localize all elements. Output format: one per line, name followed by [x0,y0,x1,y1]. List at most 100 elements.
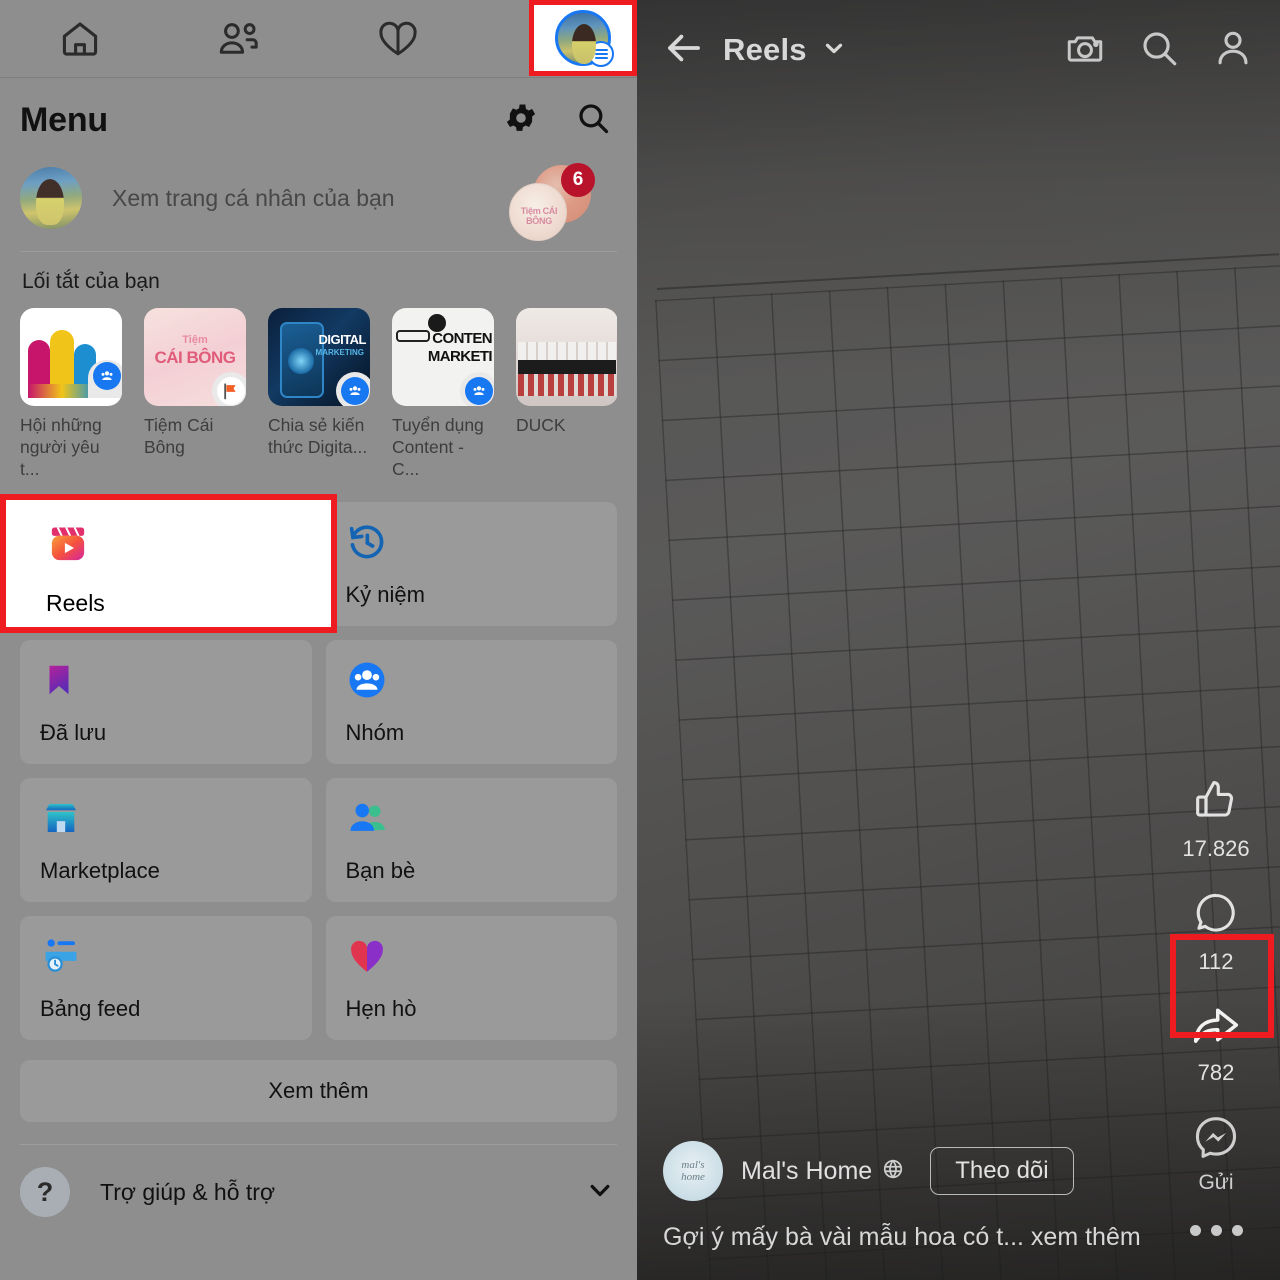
menu-tile-label: Marketplace [40,858,160,883]
send-button[interactable]: Gửi [1191,1112,1241,1195]
like-button[interactable]: 17.826 [1182,775,1250,862]
list-item[interactable]: Tiệm CÁI BÔNG Tiệm Cái Bông [144,308,246,480]
comment-button[interactable]: 112 [1191,888,1241,975]
page-title: Menu [20,101,108,139]
menu-tile-reels[interactable]: Reels [0,494,337,633]
menu-header: Menu [20,78,617,155]
menu-tile-label: Hẹn hò [345,996,417,1021]
menu-tile-memories[interactable]: Kỷ niệm [325,502,617,626]
globe-icon [882,1158,904,1185]
avatar[interactable]: mal's home [663,1141,723,1201]
menu-tile-saved[interactable]: Đã lưu [20,640,312,764]
profile-menu-avatar-button[interactable] [529,0,637,76]
see-more-button[interactable]: Xem thêm [20,1060,617,1122]
shortcut-thumbnail: CONTEN MARKETI [392,308,494,406]
view-profile-row[interactable]: Xem trang cá nhân của bạn Tiệm CÁI BÔNG … [20,155,617,251]
share-button[interactable]: 782 [1190,1001,1242,1086]
shortcut-label: Tuyển dụng Content - C... [392,415,484,479]
dating-icon [375,17,421,61]
menu-tile-groups[interactable]: Nhóm [325,640,617,764]
list-item[interactable]: CONTEN MARKETI Tuyển dụng Content - C... [392,308,494,480]
search-icon[interactable] [1138,27,1180,74]
reels-highlight-box[interactable]: Reels [0,494,337,633]
help-and-support-row[interactable]: ? Trợ giúp & hỗ trợ [20,1145,617,1239]
help-and-support-label: Trợ giúp & hỗ trợ [100,1178,276,1205]
list-item[interactable]: DIGITAL MARKETING Chia sẻ kiến thức Digi… [268,308,370,480]
search-icon[interactable] [575,100,611,141]
avatar [20,167,82,229]
chevron-down-icon[interactable] [821,35,847,66]
menu-tile-dating[interactable]: Hẹn hò [325,916,617,1040]
shortcuts-section-title: Lối tắt của bạn [22,270,160,293]
reel-action-rail: 17.826 112 782 Gửi [1164,775,1268,1242]
follow-button[interactable]: Theo dõi [930,1147,1074,1195]
thumbnail-text-line2: CÁI BÔNG [154,348,237,367]
menu-tile-friends[interactable]: Bạn bè [325,778,617,902]
avatar-text-line1: mal's [681,1159,705,1171]
memories-clock-icon [346,520,598,564]
group-badge-icon [88,360,122,398]
author-name[interactable]: Mal's Home [741,1157,872,1186]
menu-tile-label: Nhóm [345,720,405,745]
nav-tab-home[interactable] [0,0,159,78]
thumbnail-text-line2: MARKETING [315,348,364,357]
menu-tile-label: Đã lưu [40,720,107,745]
more-options-button[interactable] [1189,1221,1243,1242]
list-item[interactable]: Hội những người yêu t... [20,308,122,480]
shortcut-thumbnail [20,308,122,406]
shortcuts-list[interactable]: Hội những người yêu t... Tiệm CÁI BÔNG T… [20,308,617,488]
home-icon [58,17,102,61]
story-rings[interactable]: Tiệm CÁI BÔNG 6 [505,163,595,241]
friends-icon [216,17,262,61]
groups-icon [346,658,598,702]
story-count-badge: 6 [561,163,595,197]
author-row[interactable]: mal's home Mal's Home Theo dõi [663,1141,1150,1201]
more-dots-icon [1189,1225,1243,1236]
friends-icon [346,796,598,840]
facebook-menu-panel: Menu Xem trang cá nhân của bạn Tiệm CÁI … [0,0,637,1280]
nav-tab-friends[interactable] [159,0,318,78]
hamburger-menu-icon [588,41,614,67]
send-label: Gửi [1198,1171,1234,1194]
gear-icon[interactable] [503,100,539,141]
chevron-down-icon[interactable] [583,1173,617,1212]
menu-tile-label: Reels [46,590,105,616]
reel-footer: mal's home Mal's Home Theo dõi Gợi ý mấy… [663,1141,1150,1252]
thumbnail-text-line2: MARKETI [427,348,493,365]
feeds-icon [40,934,292,978]
list-item[interactable]: DUCK [516,308,617,480]
shortcut-label: Hội những người yêu t... [20,415,102,479]
dating-heart-icon [346,934,598,978]
menu-tile-label: Kỷ niệm [345,582,425,607]
page-badge-icon [212,372,246,406]
menu-tile-label: Bảng feed [40,996,141,1021]
shortcut-label: Tiệm Cái Bông [144,415,214,457]
share-arrow-icon [1190,1001,1242,1054]
shortcut-label: DUCK [516,415,566,435]
avatar [555,10,614,67]
menu-content: Menu Xem trang cá nhân của bạn Tiệm CÁI … [0,78,637,1280]
story-ring-front: Tiệm CÁI BÔNG [509,183,567,241]
menu-tile-marketplace[interactable]: Marketplace [20,778,312,902]
reels-icon [46,522,331,566]
person-icon[interactable] [1212,27,1254,74]
shortcut-label: Chia sẻ kiến thức Digita... [268,415,368,457]
back-arrow-icon[interactable] [663,27,705,74]
saved-bookmark-icon [40,658,292,702]
view-profile-label: Xem trang cá nhân của bạn [112,184,395,211]
share-count: 782 [1197,1060,1235,1085]
top-navigation-bar [0,0,637,78]
reel-caption[interactable]: Gợi ý mấy bà vài mẫu hoa có t... xem thê… [663,1223,1150,1252]
shortcut-thumbnail: Tiệm CÁI BÔNG [144,308,246,406]
comment-bubble-icon [1191,888,1241,943]
menu-tile-feeds[interactable]: Bảng feed [20,916,312,1040]
menu-tile-grid: Reels Kỷ niệm Đã lưu Nhóm Marketplace Bạ… [0,488,617,1040]
thumbnail-text-line1: DIGITAL [318,332,366,347]
marketplace-storefront-icon [40,796,292,840]
avatar-text-line2: home [681,1171,705,1183]
comment-count: 112 [1198,949,1234,974]
like-count: 17.826 [1182,836,1250,861]
camera-icon[interactable] [1064,27,1106,74]
story-ring-label: Tiệm CÁI BÔNG [520,206,558,226]
nav-tab-dating[interactable] [319,0,478,78]
